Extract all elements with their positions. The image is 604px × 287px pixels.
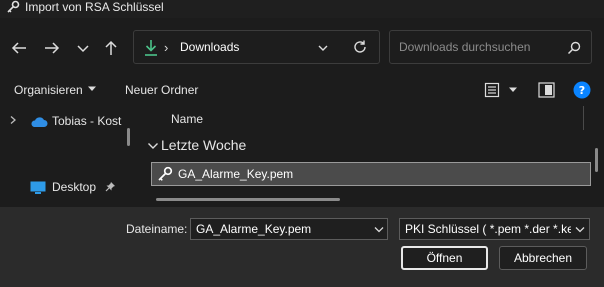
recent-locations-button[interactable] <box>72 37 94 59</box>
back-button[interactable] <box>9 37 31 59</box>
dialog-footer: Dateiname: GA_Alarme_Key.pem PKI Schlüss… <box>0 207 604 287</box>
navigation-bar: › Downloads Downloads durchsuchen <box>0 22 604 70</box>
vertical-scrollbar[interactable] <box>595 148 598 172</box>
onedrive-cloud-icon <box>31 117 48 127</box>
chevron-down-icon[interactable] <box>374 226 384 233</box>
window-title: Import von RSA Schlüssel <box>25 0 164 14</box>
navigation-pane: Tobias - Kost Desktop <box>0 110 138 207</box>
filename-field[interactable]: GA_Alarme_Key.pem <box>190 218 388 240</box>
list-item[interactable]: GA_Alarme_Key.pem <box>151 162 591 186</box>
navigation-scrollbar[interactable] <box>127 128 130 146</box>
file-type-select[interactable]: PKI Schlüssel ( *.pem *.der *.key <box>399 218 590 240</box>
arrow-right-icon <box>45 42 60 54</box>
caret-down-icon[interactable] <box>87 85 97 93</box>
column-divider[interactable] <box>583 106 584 130</box>
address-bar[interactable]: › Downloads <box>133 30 380 64</box>
search-icon <box>567 41 581 55</box>
breadcrumb-downloads[interactable]: Downloads <box>180 40 239 54</box>
file-name: GA_Alarme_Key.pem <box>178 167 294 181</box>
refresh-icon[interactable] <box>352 39 368 55</box>
up-button[interactable] <box>100 37 122 59</box>
svg-text:?: ? <box>579 84 585 97</box>
key-icon <box>7 0 20 13</box>
new-folder-button[interactable]: Neuer Ordner <box>125 83 198 97</box>
address-history-chevron-icon[interactable] <box>316 41 330 55</box>
preview-pane-icon[interactable] <box>538 82 555 98</box>
filename-value[interactable]: GA_Alarme_Key.pem <box>196 222 311 236</box>
pin-icon <box>105 182 115 192</box>
chevron-down-icon <box>77 45 89 53</box>
horizontal-scrollbar[interactable] <box>156 198 340 201</box>
column-header-name[interactable]: Name <box>171 112 203 126</box>
search-box[interactable]: Downloads durchsuchen <box>389 30 592 64</box>
filename-label: Dateiname: <box>126 222 188 236</box>
download-icon <box>145 40 157 56</box>
search-input[interactable]: Downloads durchsuchen <box>399 40 530 54</box>
sidebar-item-onedrive[interactable]: Tobias - Kost <box>52 114 121 128</box>
certificate-key-icon <box>158 166 173 181</box>
sidebar-item-desktop[interactable]: Desktop <box>52 180 96 194</box>
desktop-icon <box>30 181 46 194</box>
view-options-caret-icon[interactable] <box>508 86 518 94</box>
file-type-value: PKI Schlüssel ( *.pem *.der *.key <box>405 222 571 236</box>
forward-button[interactable] <box>41 37 63 59</box>
cancel-button[interactable]: Abbrechen <box>499 246 587 270</box>
file-list: Name Letzte Woche GA_Alarme_Key.pem <box>138 104 604 207</box>
group-header[interactable]: Letzte Woche <box>161 137 246 153</box>
chevron-down-icon[interactable] <box>575 226 585 233</box>
open-button[interactable]: Öffnen <box>401 246 488 270</box>
expand-chevron-icon[interactable] <box>8 115 18 125</box>
group-collapse-chevron-icon[interactable] <box>147 141 159 151</box>
breadcrumb-separator: › <box>164 40 169 55</box>
help-icon[interactable]: ? <box>573 81 591 99</box>
arrow-left-icon <box>11 42 26 54</box>
title-bar: Import von RSA Schlüssel <box>0 0 604 18</box>
details-view-icon[interactable] <box>484 82 500 98</box>
arrow-up-icon <box>105 40 117 55</box>
organize-menu-button[interactable]: Organisieren <box>14 83 83 97</box>
